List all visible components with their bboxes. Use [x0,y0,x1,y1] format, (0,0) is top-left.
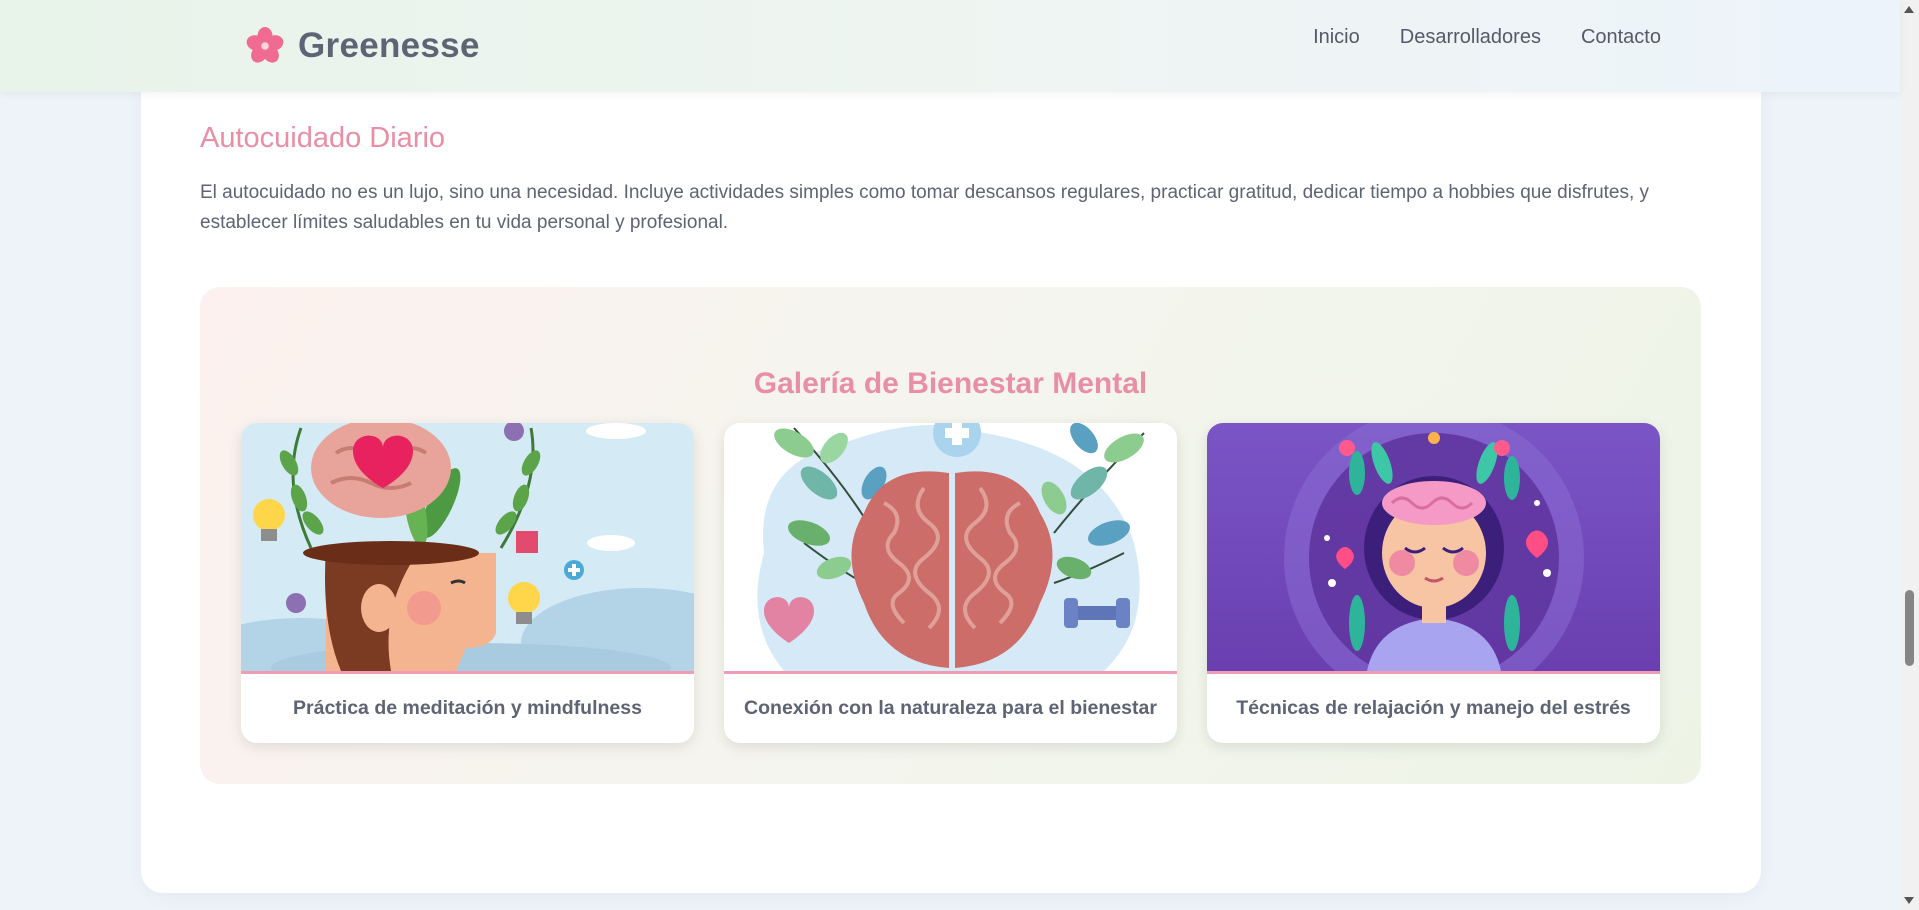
gallery-card-caption: Práctica de meditación y mindfulness [293,697,642,719]
scroll-up-arrow-icon[interactable] [1904,6,1914,13]
nav-link-contacto[interactable]: Contacto [1581,26,1661,49]
gallery-title: Galería de Bienestar Mental [753,367,1148,400]
scroll-down-arrow-icon[interactable] [1904,897,1914,904]
page-scrollbar[interactable] [1900,0,1919,910]
brain-with-leaves-illustration [724,423,1177,671]
nav-link-inicio[interactable]: Inicio [1313,26,1360,49]
nav-link-desarrolladores[interactable]: Desarrolladores [1400,26,1541,49]
gallery-card-caption: Técnicas de relajación y manejo del estr… [1236,697,1631,719]
calm-woman-with-flowers-illustration [1207,423,1660,671]
gallery-card-nature[interactable]: Conexión con la naturaleza para el biene… [724,423,1177,743]
scrollbar-thumb[interactable] [1905,590,1914,666]
logo[interactable]: Greenesse [246,26,480,66]
main-nav: Inicio Desarrolladores Contacto [1313,26,1661,49]
brand-name: Greenesse [298,26,480,65]
gallery-card-caption: Conexión con la naturaleza para el biene… [744,697,1157,719]
section-paragraph: El autocuidado no es un lujo, sino una n… [200,182,1650,233]
flower-icon [246,27,284,65]
section-title: Autocuidado Diario [200,122,446,154]
site-header: Greenesse Inicio Desarrolladores Contact… [0,0,1900,92]
wellbeing-gallery: Galería de Bienestar Mental Práctica de … [200,287,1701,784]
gallery-card-relaxation[interactable]: Técnicas de relajación y manejo del estr… [1207,423,1660,743]
gallery-card-meditation[interactable]: Práctica de meditación y mindfulness [241,423,694,743]
head-with-brain-and-plants-illustration [241,423,694,671]
